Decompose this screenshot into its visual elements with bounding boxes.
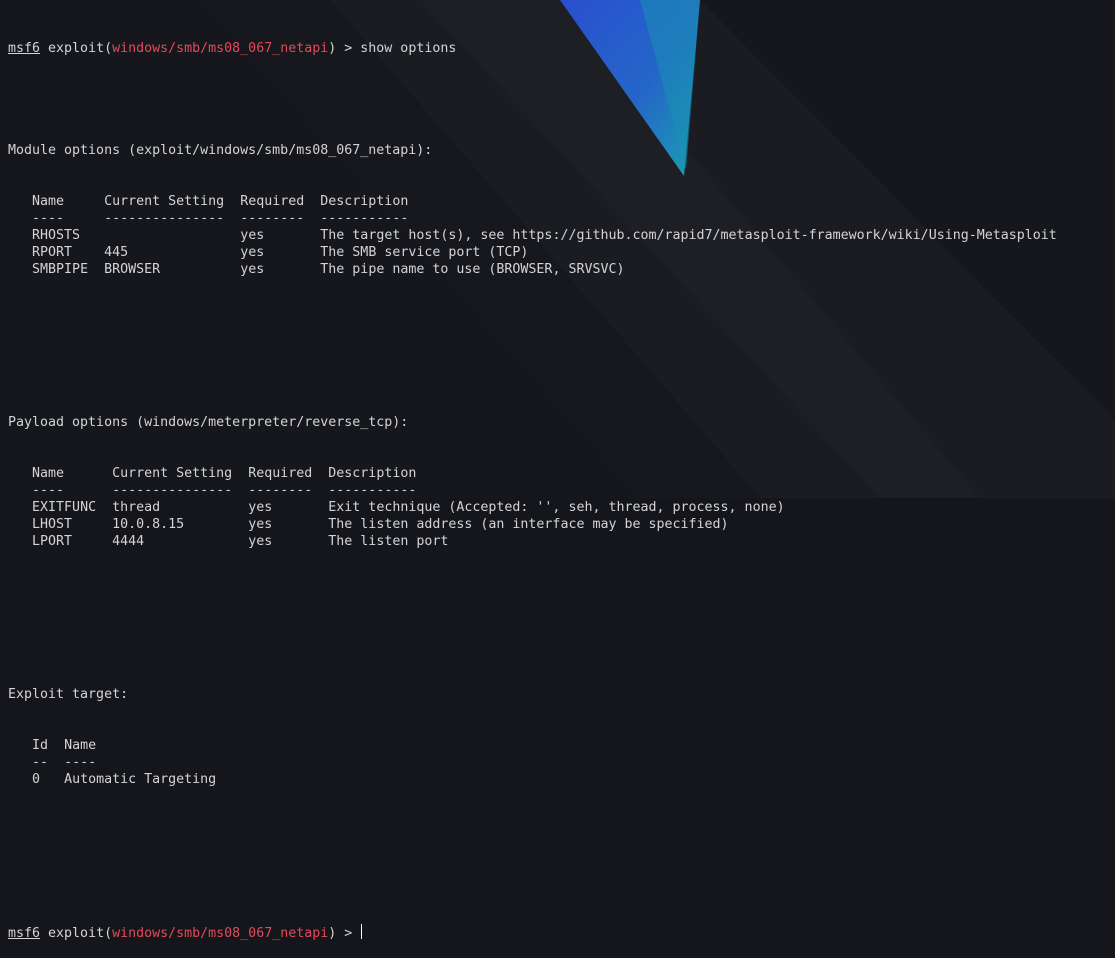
table-cell: yes	[248, 517, 273, 532]
table-separator-row: ---- --------------- -------- ----------…	[8, 210, 1107, 227]
table-cell: --	[32, 755, 49, 770]
terminal-output[interactable]: msf6 exploit(windows/smb/ms08_067_netapi…	[8, 6, 1107, 958]
module-name: windows/smb/ms08_067_netapi	[112, 926, 329, 941]
table-cell: Automatic Targeting	[64, 772, 217, 787]
table-cell: ----	[64, 755, 97, 770]
active-prompt-line[interactable]: msf6 exploit(windows/smb/ms08_067_netapi…	[8, 924, 1107, 941]
table-cell: --------	[248, 483, 313, 498]
table-cell: The target host(s), see https://github.c…	[320, 228, 1057, 243]
exploit-target-table: Id Name -- ---- 0 Automatic Targeting	[8, 737, 1107, 788]
table-cell: Description	[328, 466, 417, 481]
table-separator-row: -- ----	[8, 754, 1107, 771]
table-row: EXITFUNC thread yes Exit technique (Acce…	[8, 499, 1107, 516]
table-cell: ---------------	[112, 483, 233, 498]
table-header-row: Name Current Setting Required Descriptio…	[8, 193, 1107, 210]
table-cell: yes	[240, 245, 265, 260]
payload-options-heading: Payload options (windows/meterpreter/rev…	[8, 415, 409, 430]
table-cell: Description	[320, 194, 409, 209]
table-cell: yes	[240, 228, 265, 243]
table-cell: Current Setting	[112, 466, 233, 481]
module-name: windows/smb/ms08_067_netapi	[112, 41, 329, 56]
table-cell: yes	[240, 262, 265, 277]
table-cell: Name	[32, 194, 65, 209]
payload-options-table: Name Current Setting Required Descriptio…	[8, 465, 1107, 550]
table-cell: 445	[104, 245, 129, 260]
table-cell: LHOST	[32, 517, 73, 532]
msf-prompt: msf6	[8, 926, 41, 941]
table-row: RPORT 445 yes The SMB service port (TCP)	[8, 244, 1107, 261]
table-cell: ---------------	[104, 211, 225, 226]
table-cell: BROWSER	[104, 262, 161, 277]
table-cell: Exit technique (Accepted: '', seh, threa…	[328, 500, 785, 515]
module-options-heading: Module options (exploit/windows/smb/ms08…	[8, 143, 433, 158]
table-separator-row: ---- --------------- -------- ----------…	[8, 482, 1107, 499]
table-cell: ----	[32, 483, 65, 498]
table-cell: RPORT	[32, 245, 73, 260]
table-cell: --------	[240, 211, 305, 226]
table-cell: Current Setting	[104, 194, 225, 209]
table-cell: The pipe name to use (BROWSER, SRVSVC)	[320, 262, 625, 277]
table-cell: Name	[32, 466, 65, 481]
table-cell: ----	[32, 211, 65, 226]
table-cell: The SMB service port (TCP)	[320, 245, 529, 260]
table-row: SMBPIPE BROWSER yes The pipe name to use…	[8, 261, 1107, 278]
table-cell: SMBPIPE	[32, 262, 89, 277]
table-cell: -----------	[320, 211, 409, 226]
table-header-row: Name Current Setting Required Descriptio…	[8, 465, 1107, 482]
table-cell: 10.0.8.15	[112, 517, 185, 532]
table-cell: yes	[248, 500, 273, 515]
table-cell: Name	[64, 738, 97, 753]
table-cell: The listen port	[328, 534, 449, 549]
exploit-target-heading: Exploit target:	[8, 687, 129, 702]
table-row: RHOSTS yes The target host(s), see https…	[8, 227, 1107, 244]
table-row: 0 Automatic Targeting	[8, 771, 1107, 788]
table-cell: Required	[248, 466, 313, 481]
table-cell: -----------	[328, 483, 417, 498]
table-cell: EXITFUNC	[32, 500, 97, 515]
table-cell: 0	[32, 772, 41, 787]
command-text: show options	[360, 41, 457, 56]
table-header-row: Id Name	[8, 737, 1107, 754]
table-row: LHOST 10.0.8.15 yes The listen address (…	[8, 516, 1107, 533]
table-cell: Required	[240, 194, 305, 209]
msf-prompt: msf6	[8, 41, 41, 56]
table-cell: yes	[248, 534, 273, 549]
table-cell: The listen address (an interface may be …	[328, 517, 729, 532]
table-cell: 4444	[112, 534, 145, 549]
command-prompt-line: msf6 exploit(windows/smb/ms08_067_netapi…	[8, 41, 457, 56]
table-cell: Id	[32, 738, 49, 753]
table-cell: LPORT	[32, 534, 73, 549]
table-cell: RHOSTS	[32, 228, 81, 243]
table-cell: thread	[112, 500, 161, 515]
module-options-table: Name Current Setting Required Descriptio…	[8, 193, 1107, 278]
text-cursor	[361, 924, 363, 939]
table-row: LPORT 4444 yes The listen port	[8, 533, 1107, 550]
